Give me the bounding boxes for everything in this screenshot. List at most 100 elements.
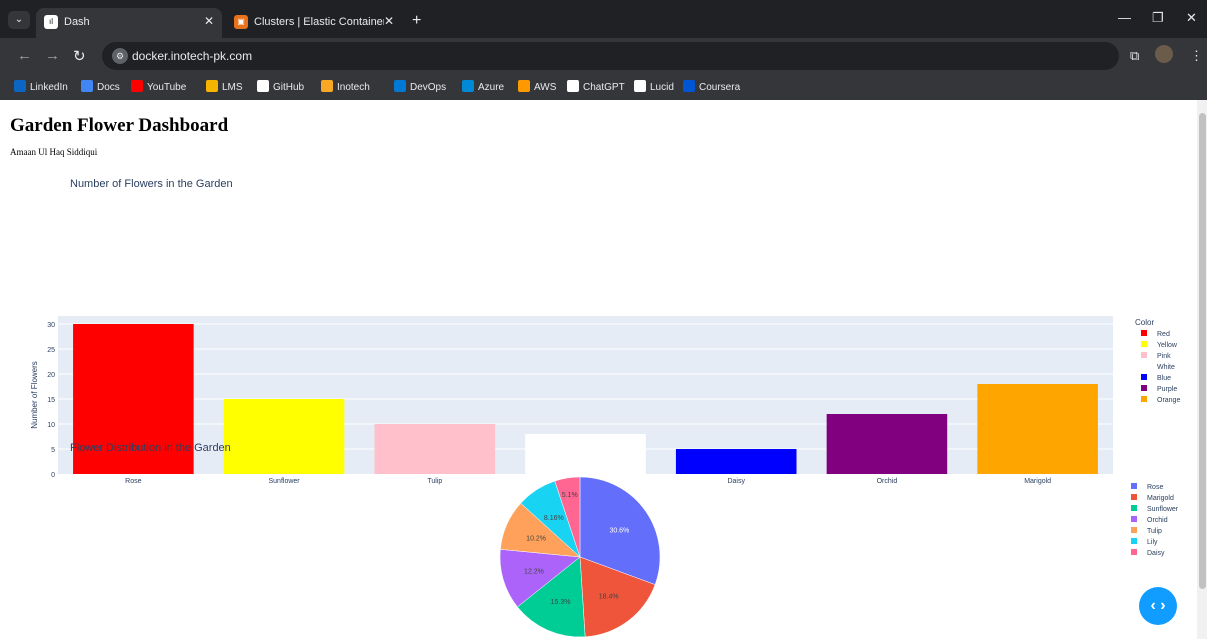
legend-item: Marigold	[1147, 495, 1174, 502]
author-name: Amaan Ul Haq Siddiqui	[10, 147, 98, 157]
legend-item: Orchid	[1147, 517, 1168, 524]
y-tick-label: 20	[47, 372, 55, 379]
legend-item: Red	[1157, 331, 1170, 338]
tab-dash[interactable]: ıl Dash ✕	[36, 8, 222, 38]
legend-item: Sunflower	[1147, 506, 1179, 513]
devops-icon	[394, 80, 406, 92]
dash-debug-button[interactable]: ‹ ›	[1139, 587, 1177, 625]
slice-label: 8.16%	[544, 515, 564, 522]
bookmark-youtube[interactable]: YouTube	[131, 80, 186, 93]
linkedin-icon	[14, 80, 26, 92]
close-tab-icon[interactable]: ✕	[384, 14, 394, 28]
back-icon[interactable]: ←	[17, 47, 32, 64]
legend-swatch	[1141, 330, 1147, 336]
slice-label: 12.2%	[524, 569, 544, 576]
legend-swatch	[1131, 505, 1137, 511]
bookmarks-bar: LinkedIn Docs YouTube LMS GitHub Inotech DevOp…	[0, 74, 1207, 100]
y-tick-label: 15	[47, 397, 55, 404]
slice-label: 10.2%	[526, 536, 546, 543]
bar-marigold	[977, 384, 1098, 474]
tab-title: Clusters | Elastic Container Serv	[254, 16, 384, 28]
legend-item: Tulip	[1147, 528, 1162, 535]
bookmark-linkedin[interactable]: LinkedIn	[14, 80, 68, 93]
legend-item: Blue	[1157, 375, 1171, 382]
bookmark-label: Coursera	[699, 82, 741, 93]
profile-avatar[interactable]	[1155, 45, 1173, 63]
lucid-icon	[634, 80, 646, 92]
pie-chart: 30.6% 18.4% 15.3% 12.2% 10.2% 8.16% 5.1% Rose Ma…	[499, 476, 1179, 638]
bookmark-label: AWS	[534, 82, 557, 93]
bookmark-label: Docs	[97, 82, 120, 93]
browser-toolbar: ← → ↻ ⚙ docker.inotech-pk.com ⧉ ⋮	[0, 38, 1207, 74]
bookmark-aws[interactable]: AWS	[518, 80, 556, 93]
forward-icon[interactable]: →	[45, 47, 60, 64]
tab-clusters[interactable]: ▣ Clusters | Elastic Container Serv ✕	[226, 8, 402, 38]
lms-icon	[206, 80, 218, 92]
legend-swatch	[1141, 341, 1147, 347]
bar-sunflower	[223, 399, 345, 474]
bookmark-label: Lucid	[650, 82, 674, 93]
bar-lily	[525, 434, 646, 474]
bookmark-label: ChatGPT	[583, 82, 625, 93]
bookmark-lms[interactable]: LMS	[206, 80, 243, 93]
bookmark-azure[interactable]: Azure	[462, 80, 504, 93]
aws-ecs-icon: ▣	[234, 15, 248, 29]
site-info-icon[interactable]: ⚙	[112, 48, 128, 64]
slice-label: 5.1%	[562, 492, 578, 499]
bar-orchid	[826, 414, 948, 474]
bar-tulip	[374, 424, 496, 474]
page-title: Garden Flower Dashboard	[10, 115, 229, 136]
aws-icon	[518, 80, 530, 92]
url-text: docker.inotech-pk.com	[132, 49, 253, 63]
extensions-icon[interactable]: ⧉	[1130, 48, 1139, 64]
y-tick-label: 25	[47, 347, 55, 354]
github-icon	[257, 80, 269, 92]
inotech-icon	[321, 80, 333, 92]
y-tick-label: 5	[51, 447, 55, 454]
bookmark-github[interactable]: GitHub	[257, 80, 304, 93]
close-tab-icon[interactable]: ✕	[204, 14, 214, 28]
bar-chart: 051015202530RoseSunflowerTulipLilyDaisyO…	[30, 316, 1180, 502]
close-window-icon[interactable]: ✕	[1186, 10, 1197, 26]
y-tick-label: 10	[47, 422, 55, 429]
bookmark-label: GitHub	[273, 82, 305, 93]
legend-swatch	[1131, 549, 1137, 555]
coursera-icon	[683, 80, 695, 92]
legend-swatch	[1141, 374, 1147, 380]
legend-title: Color	[1135, 318, 1154, 327]
slice-label: 18.4%	[599, 593, 619, 600]
legend-swatch	[1131, 494, 1137, 500]
scrollbar-thumb[interactable]	[1199, 113, 1206, 589]
slice-label: 15.3%	[551, 599, 571, 606]
y-tick-label: 30	[47, 322, 55, 329]
tab-title: Dash	[64, 16, 90, 28]
restore-icon[interactable]: ❐	[1152, 10, 1164, 26]
azure-icon	[462, 80, 474, 92]
legend-swatch	[1141, 385, 1147, 391]
legend-item: Rose	[1147, 484, 1163, 491]
bookmark-lucid[interactable]: Lucid	[634, 80, 674, 93]
dash-logo-icon: ıl	[44, 15, 58, 29]
pie-chart-title: Flower Distribution in the Garden	[70, 442, 231, 454]
y-axis-label: Number of Flowers	[30, 361, 39, 429]
legend-swatch	[1141, 363, 1147, 369]
minimize-icon[interactable]: —	[1118, 10, 1131, 25]
legend-swatch	[1141, 396, 1147, 402]
youtube-icon	[131, 80, 143, 92]
bookmark-inotech[interactable]: Inotech	[321, 80, 370, 93]
bookmark-coursera[interactable]: Coursera	[683, 80, 740, 93]
bar-chart-title: Number of Flowers in the Garden	[70, 178, 233, 190]
legend-item: Pink	[1157, 353, 1171, 360]
bookmark-docs[interactable]: Docs	[81, 80, 120, 93]
bookmark-chatgpt[interactable]: ChatGPT	[567, 80, 625, 93]
address-bar[interactable]: ⚙ docker.inotech-pk.com	[102, 42, 1119, 70]
docs-icon	[81, 80, 93, 92]
menu-icon[interactable]: ⋮	[1190, 48, 1203, 64]
bookmark-devops[interactable]: DevOps	[394, 80, 446, 93]
bookmark-label: DevOps	[410, 82, 447, 93]
tab-search-button[interactable]: ⌄	[8, 11, 30, 29]
chatgpt-icon	[567, 80, 579, 92]
legend-item: Lily	[1147, 539, 1158, 546]
reload-icon[interactable]: ↻	[73, 47, 86, 65]
new-tab-button[interactable]: +	[412, 12, 421, 30]
